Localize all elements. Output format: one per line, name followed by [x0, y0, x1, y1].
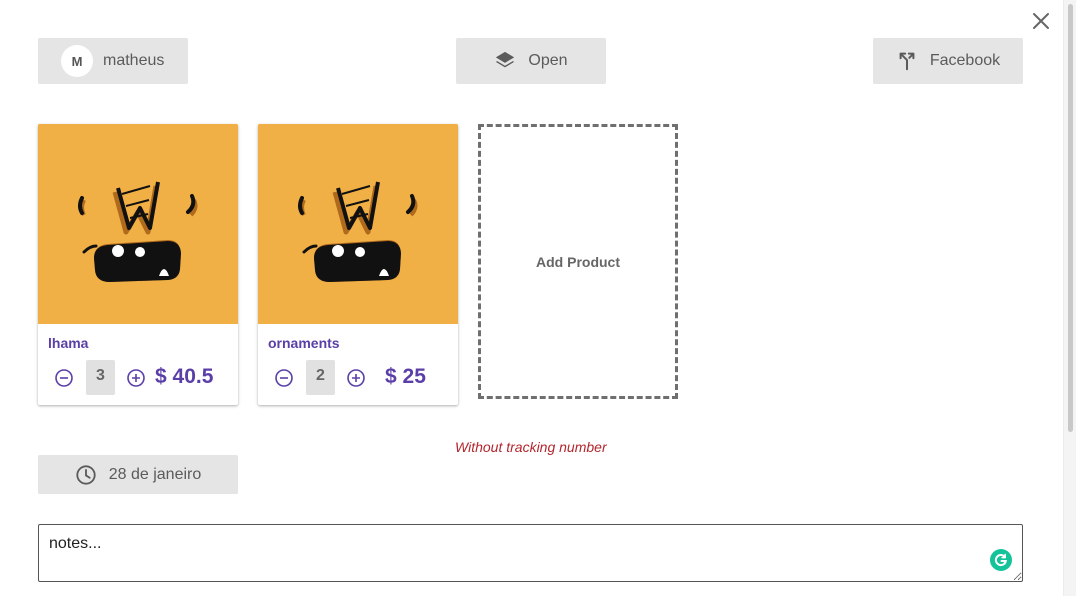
tracking-warning: Without tracking number: [455, 439, 607, 455]
avatar: M: [61, 45, 93, 77]
customer-name: matheus: [103, 52, 165, 69]
layers-icon: [496, 51, 515, 68]
source-label: Facebook: [929, 52, 1001, 69]
scrollbar-thumb[interactable]: [1068, 4, 1073, 432]
quantity-value[interactable]: 3: [86, 360, 115, 395]
close-icon[interactable]: [1030, 10, 1052, 32]
clock-icon: [76, 464, 96, 485]
source-button[interactable]: Facebook: [873, 38, 1023, 84]
product-price: $ 25: [385, 365, 426, 388]
status-button[interactable]: Open: [456, 38, 606, 84]
date-button[interactable]: 28 de janeiro: [38, 455, 238, 494]
product-name: ornaments: [268, 335, 340, 351]
plus-circle-icon[interactable]: [346, 368, 366, 388]
minus-circle-icon[interactable]: [54, 368, 74, 388]
add-product-button[interactable]: Add Product: [478, 124, 678, 399]
product-card[interactable]: ornaments 2 $ 25: [258, 124, 458, 405]
minus-circle-icon[interactable]: [274, 368, 294, 388]
call-split-icon: [899, 52, 915, 71]
product-image: [258, 124, 458, 324]
quantity-stepper: 2: [274, 360, 366, 395]
product-price: $ 40.5: [155, 365, 214, 388]
add-product-label: Add Product: [536, 253, 620, 270]
product-image: [38, 124, 238, 324]
grammarly-icon[interactable]: [990, 549, 1012, 571]
date-label: 28 de janeiro: [108, 465, 202, 483]
customer-button[interactable]: M matheus: [38, 38, 188, 84]
notes-field[interactable]: [38, 524, 1023, 582]
plus-circle-icon[interactable]: [126, 368, 146, 388]
product-name: lhama: [48, 335, 89, 351]
quantity-stepper: 3: [54, 360, 146, 395]
product-card[interactable]: lhama 3 $ 40.5: [38, 124, 238, 405]
status-label: Open: [528, 52, 568, 69]
scrollbar[interactable]: [1063, 0, 1076, 596]
quantity-value[interactable]: 2: [306, 360, 335, 395]
